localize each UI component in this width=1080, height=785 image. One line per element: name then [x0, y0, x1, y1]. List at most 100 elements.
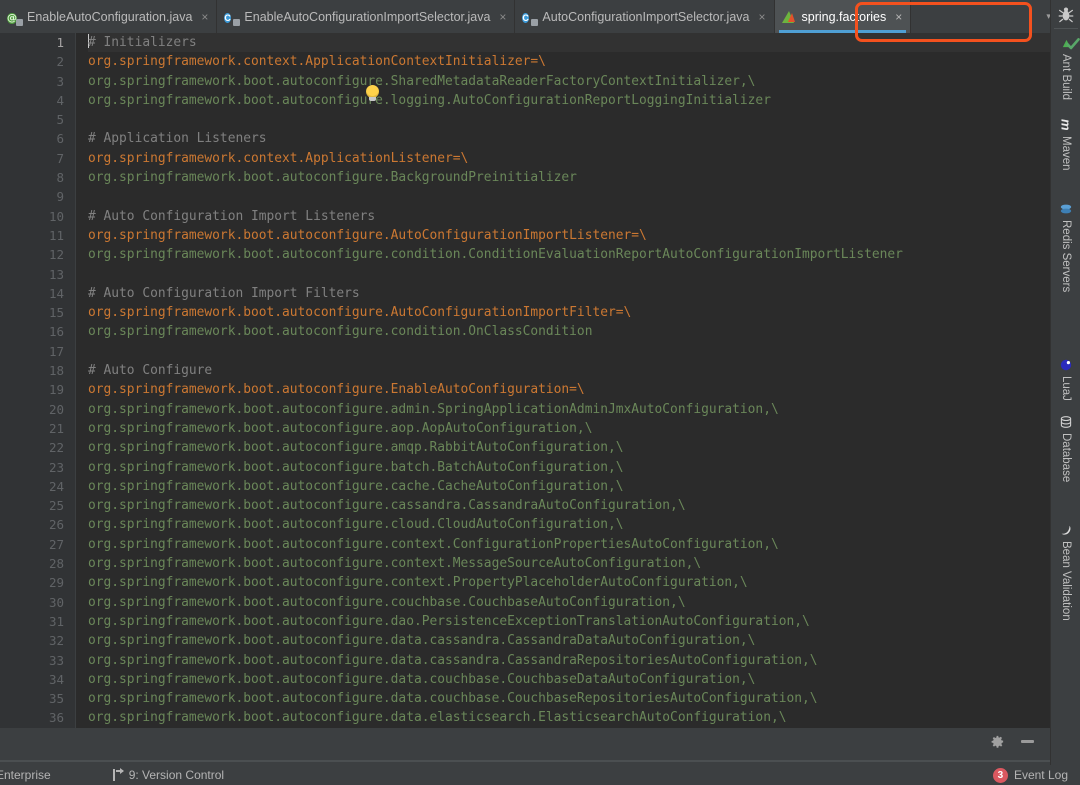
lightbulb-icon[interactable] — [364, 85, 381, 102]
line-number: 21 — [48, 420, 64, 436]
code-token: org.springframework.boot.autoconfigure.a… — [88, 401, 779, 417]
line-number: 20 — [48, 401, 64, 417]
line-number: 18 — [48, 363, 64, 379]
code-token: org.springframework.boot.autoconfigure.c… — [88, 247, 903, 263]
code-token: org.springframework.boot.autoconfigure.l… — [88, 92, 771, 108]
code-line[interactable]: org.springframework.boot.autoconfigure.E… — [88, 380, 1050, 399]
event-log-count-badge: 3 — [992, 767, 1008, 783]
code-token: org.springframework.boot.autoconfigure.E… — [88, 382, 585, 398]
close-icon[interactable]: × — [895, 10, 902, 24]
code-token: org.springframework.boot.autoconfigure.d… — [88, 613, 810, 629]
line-number: 9 — [56, 189, 64, 205]
code-line[interactable]: org.springframework.context.ApplicationC… — [88, 52, 1050, 71]
code-line[interactable]: org.springframework.boot.autoconfigure.c… — [88, 573, 1050, 592]
code-line[interactable]: org.springframework.boot.autoconfigure.d… — [88, 708, 1050, 727]
code-line[interactable]: org.springframework.boot.autoconfigure.d… — [88, 651, 1050, 670]
code-editor[interactable]: 1 2 3 4 5 6 7 8 9 10 11 12 13 14 15 16 17 18 19 20 21 22 23 24 2… — [0, 33, 1050, 728]
code-line[interactable] — [88, 265, 1050, 284]
tool-window-bean-validation[interactable]: Bean Validation — [1051, 520, 1080, 621]
line-number: 33 — [48, 652, 64, 668]
code-line[interactable]: org.springframework.boot.autoconfigure.A… — [88, 226, 1050, 245]
ant-bug-icon[interactable] — [1058, 6, 1074, 24]
line-number: 35 — [48, 691, 64, 707]
code-line[interactable]: # Application Listeners — [88, 129, 1050, 148]
code-line[interactable]: org.springframework.boot.autoconfigure.c… — [88, 322, 1050, 341]
code-line[interactable]: # Initializers — [88, 33, 1050, 53]
tool-window-database[interactable]: Database — [1051, 412, 1080, 482]
code-line[interactable]: org.springframework.boot.autoconfigure.c… — [88, 477, 1050, 496]
code-line[interactable]: # Auto Configure — [88, 361, 1050, 380]
line-number: 5 — [56, 112, 64, 128]
code-line[interactable]: org.springframework.boot.autoconfigure.S… — [88, 72, 1050, 91]
code-line[interactable]: org.springframework.boot.autoconfigure.d… — [88, 612, 1050, 631]
tool-window-label: LuaJ — [1060, 376, 1072, 401]
code-line[interactable]: org.springframework.boot.autoconfigure.d… — [88, 670, 1050, 689]
tool-window-maven[interactable]: m Maven — [1051, 115, 1080, 170]
status-product-label: Enterprise — [0, 768, 51, 782]
editor-tab-autoconfigurationimportselector[interactable]: C AutoConfigurationImportSelector.java × — [515, 0, 775, 33]
code-line[interactable]: org.springframework.boot.autoconfigure.c… — [88, 245, 1050, 264]
close-icon[interactable]: × — [499, 10, 506, 24]
code-line[interactable]: org.springframework.boot.autoconfigure.a… — [88, 419, 1050, 438]
class-icon: C — [224, 10, 241, 26]
line-number-gutter[interactable]: 1 2 3 4 5 6 7 8 9 10 11 12 13 14 15 16 17 18 19 20 21 22 23 24 2… — [0, 33, 76, 728]
line-number: 27 — [48, 536, 64, 552]
code-folding-column[interactable] — [76, 33, 88, 728]
maven-m-icon: m — [1058, 119, 1074, 131]
code-line[interactable]: org.springframework.boot.autoconfigure.a… — [88, 400, 1050, 419]
code-line[interactable] — [88, 342, 1050, 361]
line-number: 8 — [56, 170, 64, 186]
line-number: 17 — [48, 343, 64, 359]
code-line[interactable]: org.springframework.boot.autoconfigure.c… — [88, 554, 1050, 573]
status-event-log-label[interactable]: Event Log — [1014, 768, 1068, 782]
code-token: org.springframework.boot.autoconfigure.c… — [88, 324, 593, 340]
tool-window-label: Database — [1060, 433, 1072, 483]
code-line[interactable] — [88, 187, 1050, 206]
code-token: org.springframework.context.ApplicationC… — [88, 54, 531, 70]
code-line[interactable]: org.springframework.boot.autoconfigure.c… — [88, 496, 1050, 515]
tool-window-redis-servers[interactable]: Redis Servers — [1051, 200, 1080, 292]
annotation-icon: @ — [7, 10, 23, 26]
code-line[interactable]: org.springframework.boot.autoconfigure.c… — [88, 515, 1050, 534]
code-token: org.springframework.boot.autoconfigure.d… — [88, 691, 818, 707]
code-line[interactable]: org.springframework.boot.autoconfigure.b… — [88, 458, 1050, 477]
code-line[interactable]: org.springframework.boot.autoconfigure.c… — [88, 593, 1050, 612]
inspection-ok-icon[interactable] — [1065, 36, 1080, 52]
code-line[interactable]: org.springframework.boot.autoconfigure.A… — [88, 303, 1050, 322]
tool-window-label: Bean Validation — [1060, 541, 1072, 621]
code-token: org.springframework.boot.autoconfigure.d… — [88, 652, 818, 668]
code-token: org.springframework.boot.autoconfigure.c… — [88, 575, 748, 591]
status-version-control[interactable]: 9: Version Control — [112, 768, 224, 782]
code-line[interactable]: # Auto Configuration Import Listeners — [88, 207, 1050, 226]
code-line[interactable]: org.springframework.boot.autoconfigure.d… — [88, 689, 1050, 708]
code-content[interactable]: # Initializers org.springframework.contex… — [88, 33, 1050, 728]
code-token: org.springframework.boot.autoconfigure.c… — [88, 536, 779, 552]
code-token: # Auto Configuration Import Filters — [88, 285, 360, 301]
editor-tab-enableautoconfigurationimportselector[interactable]: C EnableAutoConfigurationImportSelector.… — [217, 0, 516, 33]
branch-icon — [112, 768, 124, 781]
code-line[interactable]: org.springframework.context.ApplicationL… — [88, 149, 1050, 168]
code-line[interactable] — [88, 110, 1050, 129]
editor-tab-label: EnableAutoConfigurationImportSelector.ja… — [244, 9, 491, 24]
code-line[interactable]: org.springframework.boot.autoconfigure.l… — [88, 91, 1050, 110]
code-token: org.springframework.boot.autoconfigure.c… — [88, 517, 624, 533]
code-line[interactable]: # Auto Configuration Import Filters — [88, 284, 1050, 303]
code-line[interactable]: org.springframework.boot.autoconfigure.B… — [88, 168, 1050, 187]
code-line[interactable]: org.springframework.boot.autoconfigure.a… — [88, 438, 1050, 457]
code-token: org.springframework.boot.autoconfigure.d… — [88, 671, 756, 687]
tool-strip-divider — [0, 760, 1050, 762]
code-line[interactable]: org.springframework.boot.autoconfigure.c… — [88, 535, 1050, 554]
line-number: 11 — [48, 227, 64, 243]
close-icon[interactable]: × — [758, 10, 765, 24]
gear-icon[interactable] — [990, 734, 1005, 749]
minimize-icon[interactable] — [1021, 740, 1034, 743]
editor-tab-enableautoconfiguration[interactable]: @ EnableAutoConfiguration.java × — [0, 0, 218, 33]
close-icon[interactable]: × — [201, 10, 208, 24]
class-icon: C — [522, 10, 539, 26]
tool-window-luaj[interactable]: LuaJ — [1051, 355, 1080, 401]
line-number: 28 — [48, 556, 64, 572]
code-token: =\ — [530, 54, 546, 70]
code-line[interactable]: org.springframework.boot.autoconfigure.d… — [88, 631, 1050, 650]
editor-tab-spring-factories[interactable]: spring.factories × — [774, 0, 912, 33]
right-tool-window-bar: Ant Build m Maven Redis Servers LuaJ Dat… — [1050, 0, 1080, 765]
